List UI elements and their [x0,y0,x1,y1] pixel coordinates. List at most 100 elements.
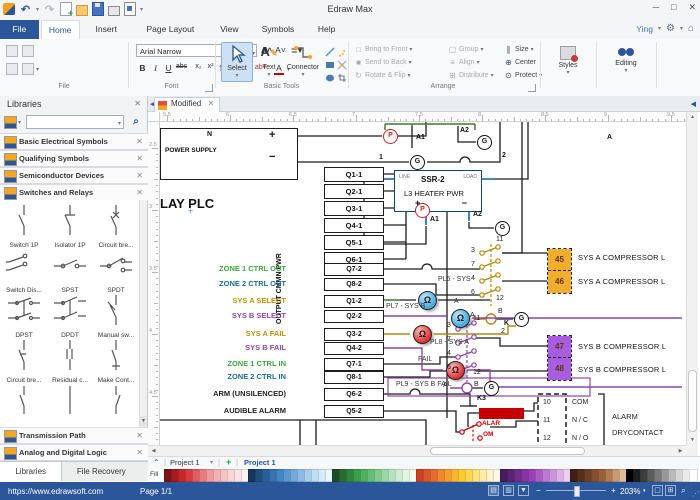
underline-button[interactable]: U [162,63,175,73]
library-group-basic-electrical-symbols[interactable]: Basic Electrical Symbols✕ [0,133,148,150]
fit-page-icon[interactable]: ▢ [652,485,663,496]
search-icon[interactable]: ⌕ [128,115,144,129]
libraries-close-icon[interactable]: ✕ [134,99,141,108]
collapse-pagebar-icon[interactable]: ⌃ [153,458,160,467]
terminal-block[interactable]: 4748 [547,335,572,381]
terminal-q3-2[interactable]: Q3-2 [324,328,384,341]
panel-tab-libraries[interactable]: Libraries [0,462,62,481]
g-marker[interactable]: G [484,381,499,396]
library-group-transmission-path[interactable]: Transmission Path✕ [0,427,148,444]
symbol-partial[interactable] [2,382,46,421]
symbol-grid-scrollbar[interactable]: ▼ [139,200,147,427]
g-marker[interactable]: G [410,155,425,170]
add-page-button[interactable]: + [226,457,231,467]
terminal-q2-1[interactable]: Q2-1 [324,184,384,199]
bold-button[interactable]: B [136,63,149,73]
resize-grip[interactable]: ⋰ [692,490,699,498]
strikethrough-button[interactable]: abc [175,63,188,70]
symbol-isolator-1p[interactable]: Isolator 1P [48,202,92,249]
library-group-analog-and-digital-logic[interactable]: Analog and Digital Logic✕ [0,444,148,461]
status-url[interactable]: https://www.edrawsoft.com [8,487,103,496]
close-button[interactable]: ✕ [688,2,696,13]
scroll-right-icon[interactable]: ▶ [675,446,686,456]
close-library-icon[interactable]: ✕ [136,171,143,180]
terminal-q2-2[interactable]: Q2-2 [324,310,384,323]
horizontal-scroll-thumb[interactable] [430,447,585,455]
arrange-center[interactable]: ⊕Center [504,58,536,67]
terminal-q5-1[interactable]: Q5-1 [324,235,384,250]
terminal-q7-2[interactable]: Q7-2 [324,263,384,276]
home-icon[interactable]: ⌂ [688,23,694,34]
zoom-out-button[interactable]: − [536,486,541,495]
symbol-partial[interactable] [48,382,92,421]
symbol-make-cont-[interactable]: Make Cont... [94,337,138,384]
paste-icon[interactable] [22,63,34,75]
tab-close-icon[interactable]: ✕ [207,99,214,108]
fit-width-icon[interactable]: ⊞ [665,485,676,496]
p-marker[interactable]: P [415,203,430,218]
symbol-spdt[interactable]: SPDT [94,247,138,294]
ribbon-tab-view[interactable]: View [210,20,249,39]
pilot-lamp-blue[interactable]: Ω [451,309,470,328]
g-marker[interactable]: G [477,135,492,150]
font-dialog-launcher[interactable] [205,84,213,92]
close-library-icon[interactable]: ✕ [136,448,143,457]
italic-button[interactable]: I [149,63,162,73]
copy-icon[interactable] [6,63,18,75]
document-tab-modified[interactable]: Modified ✕ [154,97,220,112]
cut-icon[interactable] [22,45,34,57]
horizontal-scrollbar[interactable]: ◀ ▶ [148,445,686,456]
terminal-q4-1[interactable]: Q4-1 [324,218,384,233]
zoom-dropdown-icon[interactable]: ▾ [643,488,646,494]
minimize-button[interactable]: ─ [653,2,659,13]
select-tool-button[interactable]: Select▾ [221,42,253,82]
terminal-q3-1[interactable]: Q3-1 [324,201,384,216]
vertical-scrollbar[interactable]: ▲ ▼ [686,112,698,445]
library-group-semiconductor-devices[interactable]: Semiconductor Devices✕ [0,167,148,184]
power-supply-box[interactable]: N POWER SUPPLY + − [160,128,298,180]
library-group-switches-and-relays[interactable]: Switches and Relays✕ [0,184,148,201]
symbol-dpst[interactable]: DPST [2,292,46,339]
zoom-slider-thumb[interactable] [574,486,580,497]
view-presentation-icon[interactable]: ▼ [518,485,529,496]
library-menu-dropdown-icon[interactable]: ▾ [18,119,21,126]
symbol-switch-dis-[interactable]: Switch Dis... [2,247,46,294]
terminal-q7-1[interactable]: Q7-1 [324,358,384,371]
gear-icon[interactable]: ⚙ [666,23,675,34]
ribbon-tab-insert[interactable]: Insert [82,20,131,39]
library-group-qualifying-symbols[interactable]: Qualifying Symbols✕ [0,150,148,167]
symbol-circuit-bre-[interactable]: Circuit bre... [94,202,138,249]
k3-relay-coil[interactable] [479,408,524,419]
symbol-spst[interactable]: SPST [48,247,92,294]
ribbon-tab-page-layout[interactable]: Page Layout [133,20,208,39]
text-tool-button[interactable]: A✎ Text▾ [255,42,283,82]
terminal-q8-2[interactable]: Q8-2 [324,278,384,291]
arrange-dialog-launcher[interactable] [528,84,536,92]
ssr2-box[interactable]: LINE LOAD SSR-2 L3 HEATER PWR + − [394,170,482,212]
page-dropdown[interactable]: Project 1 [170,458,200,467]
ribbon-tab-help[interactable]: Help [307,20,346,39]
page-dropdown-icon[interactable]: ▾ [210,459,213,466]
styles-button[interactable]: Styles▾ [548,42,588,82]
arrange-size[interactable]: ∥Size ▾ [504,45,534,54]
close-library-icon[interactable]: ✕ [136,154,143,163]
color-swatch[interactable] [689,469,698,482]
ribbon-tab-file[interactable]: File [0,20,39,39]
terminal-q8-1[interactable]: Q8-1 [324,371,384,384]
connector-tool-button[interactable]: Connector▾ [285,42,321,82]
zoom-level[interactable]: 203% [620,487,640,496]
terminal-q5-2[interactable]: Q5-2 [324,405,384,418]
arrange-protect[interactable]: ⊙Protect ▾ [504,71,542,80]
symbol-residual-c-[interactable]: Residual c... [48,337,92,384]
g-marker[interactable]: G [514,312,529,327]
library-menu-icon[interactable] [4,116,17,129]
pan-zoom-icon[interactable]: ⌕ [678,485,689,496]
terminal-q1-2[interactable]: Q1-2 [324,295,384,308]
g-marker[interactable]: G [495,221,510,236]
terminal-q1-1[interactable]: Q1-1 [324,167,384,182]
panel-tab-file-recovery[interactable]: File Recovery [61,462,141,481]
ribbon-tab-home[interactable]: Home [41,20,80,39]
scroll-up-icon[interactable]: ▲ [687,112,698,122]
close-library-icon[interactable]: ✕ [136,137,143,146]
symbol-dpdt[interactable]: DPDT [48,292,92,339]
